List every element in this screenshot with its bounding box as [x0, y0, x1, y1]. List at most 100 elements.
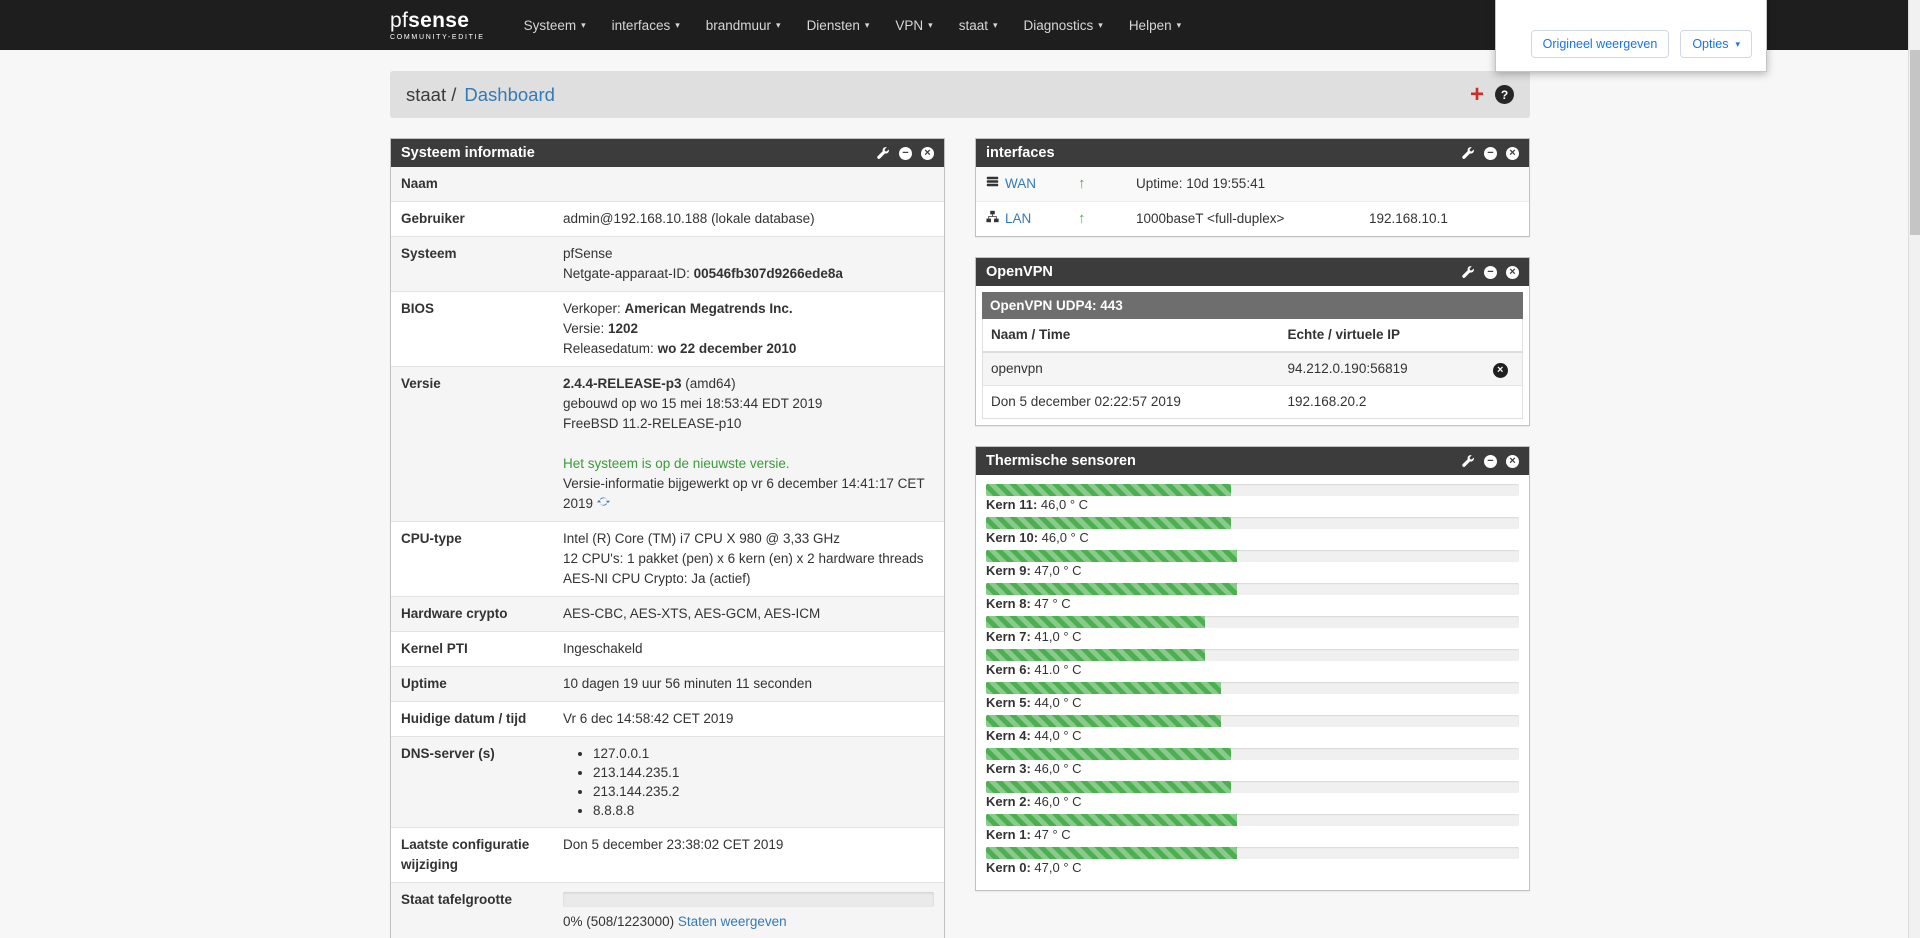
row-value: Don 5 december 23:38:02 CET 2019: [553, 828, 944, 883]
value-text: gebouwd op wo 15 mei 18:53:44 EDT 2019: [563, 396, 823, 411]
interfaces-panel-header: interfaces − ×: [976, 139, 1529, 167]
menu-item-diensten[interactable]: Diensten ▾: [794, 0, 883, 50]
thermal-sensor-list: Kern 11: 46,0 ° C Kern 10: 46,0 ° C Kern 9…: [976, 475, 1529, 890]
row-label: BIOS: [401, 301, 435, 316]
value-text: Het systeem is op de nieuwste versie.: [563, 456, 790, 471]
translate-options-label: Opties: [1692, 37, 1729, 51]
wrench-icon[interactable]: [1462, 146, 1475, 160]
system-info-row: Versie 2.4.4-RELEASE-p3 (amd64) gebouwd op…: [391, 366, 944, 522]
row-value: Verkoper: American Megatrends Inc. Versie…: [553, 292, 944, 367]
breadcrumb-section: staat /: [406, 83, 457, 105]
close-icon[interactable]: ×: [1506, 146, 1519, 160]
pfsense-logo[interactable]: pfsense COMMUNITY-EDITIE: [390, 10, 485, 41]
system-info-row: Kernel PTI Ingeschakeld: [391, 632, 944, 667]
system-info-row: Hardware crypto AES-CBC, AES-XTS, AES-GCM…: [391, 596, 944, 632]
value-text: FreeBSD 11.2-RELEASE-p10: [563, 416, 742, 431]
help-icon[interactable]: ?: [1495, 85, 1514, 104]
show-original-button[interactable]: Origineel weergeven: [1530, 30, 1670, 58]
column-header: Naam / Time: [982, 319, 1280, 353]
close-icon[interactable]: ×: [921, 146, 934, 160]
scrollbar[interactable]: [1908, 0, 1920, 938]
system-info-row: Huidige datum / tijd Vr 6 dec 14:58:42 CE…: [391, 702, 944, 737]
status-up-icon: ↑: [1078, 210, 1086, 227]
openvpn-row: Don 5 december 02:22:57 2019 192.168.20.2: [982, 385, 1523, 419]
wrench-icon[interactable]: [877, 146, 890, 160]
dns-server-item: 127.0.0.1: [593, 744, 934, 763]
temperature-bar: [986, 748, 1519, 760]
value-text: 2.4.4-RELEASE-p3: [563, 376, 682, 391]
interface-name: WAN: [986, 175, 1078, 193]
menu-item-systeem[interactable]: Systeem ▾: [511, 0, 599, 50]
menu-item-diagnostics[interactable]: Diagnostics ▾: [1011, 0, 1116, 50]
value-text: 10 dagen 19 uur 56 minuten 11 seconden: [563, 676, 812, 691]
openvpn-panel: OpenVPN − × OpenVPN UDP4: 443 Naam / Tim…: [975, 257, 1530, 426]
interface-status-text: Uptime: 10d 19:55:41: [1136, 176, 1266, 191]
refresh-icon[interactable]: [596, 496, 610, 511]
value-text: AES-NI CPU Crypto: Ja (actief): [563, 571, 751, 586]
dns-server-item: 213.144.235.1: [593, 763, 934, 782]
openvpn-panel-header: OpenVPN − ×: [976, 258, 1529, 286]
minimize-icon[interactable]: −: [899, 146, 912, 160]
thermal-sensor: Kern 5: 44,0 ° C: [986, 682, 1519, 711]
minimize-icon[interactable]: −: [1484, 454, 1497, 468]
menu-item-label: interfaces: [611, 17, 671, 33]
minimize-icon[interactable]: −: [1484, 265, 1497, 279]
temperature-bar-fill: [986, 583, 1237, 595]
openvpn-row: openvpn 94.212.0.190:56819 ×: [982, 351, 1523, 386]
close-icon[interactable]: ×: [1506, 265, 1519, 279]
panel-title: Systeem informatie: [401, 145, 535, 161]
temperature-label: Kern 11: 46,0 ° C: [986, 497, 1089, 512]
view-states-link[interactable]: Staten weergeven: [678, 914, 787, 929]
temperature-bar: [986, 682, 1519, 694]
breadcrumb-page-link[interactable]: Dashboard: [464, 84, 555, 106]
system-info-row: Laatste configuratie wijziging Don 5 dece…: [391, 828, 944, 883]
temperature-bar-fill: [986, 781, 1232, 793]
temperature-label: Kern 9: 47,0 ° C: [986, 563, 1082, 578]
value-line: 10 dagen 19 uur 56 minuten 11 seconden: [563, 674, 934, 694]
value-line: FreeBSD 11.2-RELEASE-p10: [563, 414, 934, 434]
interface-link[interactable]: WAN: [1005, 175, 1036, 193]
temperature-bar: [986, 517, 1519, 529]
row-value: 127.0.0.1213.144.235.1213.144.235.28.8.8…: [553, 737, 944, 828]
interface-link[interactable]: LAN: [1005, 210, 1031, 228]
temperature-bar: [986, 484, 1519, 496]
row-value: 2.4.4-RELEASE-p3 (amd64) gebouwd op wo 15…: [553, 367, 944, 522]
value-line: Het systeem is op de nieuwste versie.: [563, 454, 934, 474]
menu-item-interfaces[interactable]: interfaces ▾: [599, 0, 693, 50]
value-text: Versie:: [563, 321, 609, 336]
translate-popup: Origineel weergeven Opties ▾: [1495, 0, 1767, 72]
wrench-icon[interactable]: [1462, 265, 1475, 279]
menu-item-staat[interactable]: staat ▾: [946, 0, 1011, 50]
column-header: Echte / virtuele IP: [1279, 319, 1485, 353]
menu-item-label: Diagnostics: [1023, 17, 1094, 33]
breadcrumb: staat / Dashboard + ?: [390, 71, 1530, 118]
add-widget-icon[interactable]: +: [1470, 82, 1484, 107]
system-info-row: DNS-server (s) 127.0.0.1213.144.235.1213.…: [391, 736, 944, 828]
minimize-icon[interactable]: −: [1484, 146, 1497, 160]
menu-item-vpn[interactable]: VPN ▾: [882, 0, 945, 50]
interfaces-list: WAN ↑ Uptime: 10d 19:55:41 LAN ↑ 1000baseT <f…: [976, 167, 1529, 236]
temperature-bar: [986, 583, 1519, 595]
kill-session-icon[interactable]: ×: [1492, 362, 1508, 378]
thermal-sensor: Kern 10: 46,0 ° C: [986, 517, 1519, 546]
value-line: Intel (R) Core (TM) i7 CPU X 980 @ 3,33 …: [563, 529, 934, 549]
wrench-icon[interactable]: [1462, 454, 1475, 468]
menu-item-label: brandmuur: [705, 17, 772, 33]
value-line: AES-NI CPU Crypto: Ja (actief): [563, 569, 934, 589]
close-icon[interactable]: ×: [1506, 454, 1519, 468]
row-label: Gebruiker: [401, 211, 465, 226]
translate-options-button[interactable]: Opties ▾: [1680, 30, 1752, 58]
chevron-down-icon: ▾: [1735, 38, 1740, 49]
temperature-label: Kern 0: 47,0 ° C: [986, 860, 1082, 875]
scrollbar-thumb[interactable]: [1910, 50, 1920, 235]
row-label: Naam: [401, 176, 438, 191]
openvpn-ip-cell: 192.168.20.2: [1279, 385, 1485, 419]
system-info-row: Systeem pfSense Netgate-apparaat-ID: 00546…: [391, 236, 944, 292]
value-line: Netgate-apparaat-ID: 00546fb307d9266ede8…: [563, 264, 934, 284]
temperature-bar-fill: [986, 748, 1232, 760]
menu-item-helpen[interactable]: Helpen ▾: [1116, 0, 1194, 50]
openvpn-name-cell: Don 5 december 02:22:57 2019: [982, 385, 1280, 419]
menu-item-brandmuur[interactable]: brandmuur ▾: [693, 0, 794, 50]
temperature-bar-fill: [986, 517, 1232, 529]
menu-item-label: VPN: [895, 17, 924, 33]
